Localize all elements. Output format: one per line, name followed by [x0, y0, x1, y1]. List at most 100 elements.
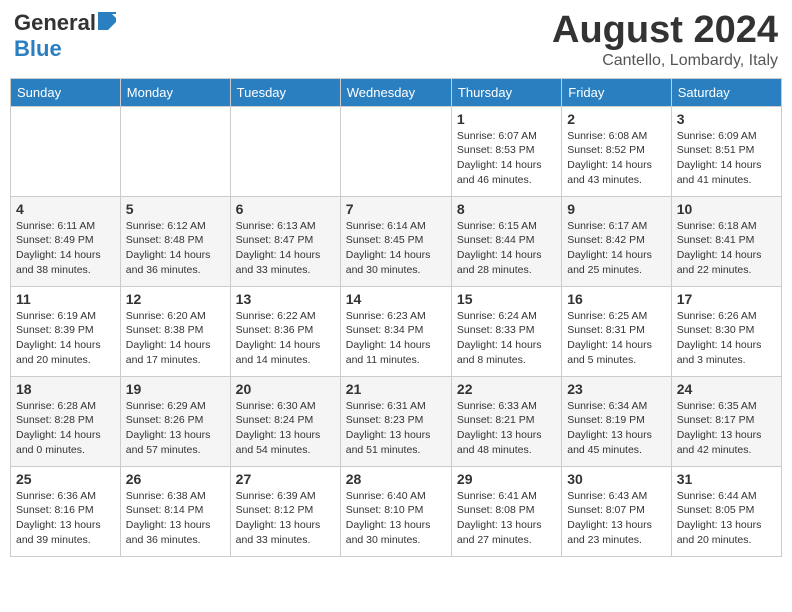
calendar-cell: 12 Sunrise: 6:20 AMSunset: 8:38 PMDayligh…	[120, 286, 230, 376]
day-number: 30	[567, 471, 665, 487]
weekday-header-saturday: Saturday	[671, 78, 781, 106]
weekday-header-row: SundayMondayTuesdayWednesdayThursdayFrid…	[11, 78, 782, 106]
calendar-week-row: 1 Sunrise: 6:07 AMSunset: 8:53 PMDaylight…	[11, 106, 782, 196]
calendar-cell: 23Sunrise: 6:34 AMSunset: 8:19 PMDayligh…	[562, 376, 671, 466]
day-info: Sunrise: 6:15 AMSunset: 8:44 PMDaylight:…	[457, 219, 556, 278]
day-number: 17	[677, 291, 776, 307]
day-number: 3	[677, 111, 776, 127]
calendar-cell: 17 Sunrise: 6:26 AMSunset: 8:30 PMDayligh…	[671, 286, 781, 376]
day-info: Sunrise: 6:23 AMSunset: 8:34 PMDaylight:…	[346, 309, 446, 368]
calendar-cell: 8 Sunrise: 6:15 AMSunset: 8:44 PMDaylight…	[451, 196, 561, 286]
day-info: Sunrise: 6:14 AMSunset: 8:45 PMDaylight:…	[346, 219, 446, 278]
day-info: Sunrise: 6:28 AMSunset: 8:28 PMDaylight:…	[16, 399, 115, 458]
calendar-cell: 3 Sunrise: 6:09 AMSunset: 8:51 PMDaylight…	[671, 106, 781, 196]
month-year: August 2024	[552, 10, 778, 52]
calendar-cell: 20Sunrise: 6:30 AMSunset: 8:24 PMDayligh…	[230, 376, 340, 466]
calendar-cell: 15Sunrise: 6:24 AMSunset: 8:33 PMDayligh…	[451, 286, 561, 376]
day-number: 24	[677, 381, 776, 397]
calendar-cell	[120, 106, 230, 196]
day-info: Sunrise: 6:22 AMSunset: 8:36 PMDaylight:…	[236, 309, 335, 368]
calendar-cell: 29Sunrise: 6:41 AMSunset: 8:08 PMDayligh…	[451, 466, 561, 556]
weekday-header-wednesday: Wednesday	[340, 78, 451, 106]
day-number: 18	[16, 381, 115, 397]
day-number: 7	[346, 201, 446, 217]
weekday-header-tuesday: Tuesday	[230, 78, 340, 106]
day-number: 31	[677, 471, 776, 487]
calendar-cell	[11, 106, 121, 196]
weekday-header-monday: Monday	[120, 78, 230, 106]
day-info: Sunrise: 6:25 AMSunset: 8:31 PMDaylight:…	[567, 309, 665, 368]
day-info: Sunrise: 6:30 AMSunset: 8:24 PMDaylight:…	[236, 399, 335, 458]
day-info: Sunrise: 6:43 AMSunset: 8:07 PMDaylight:…	[567, 489, 665, 548]
calendar-cell: 16 Sunrise: 6:25 AMSunset: 8:31 PMDayligh…	[562, 286, 671, 376]
calendar-cell: 18 Sunrise: 6:28 AMSunset: 8:28 PMDayligh…	[11, 376, 121, 466]
day-info: Sunrise: 6:17 AMSunset: 8:42 PMDaylight:…	[567, 219, 665, 278]
weekday-header-friday: Friday	[562, 78, 671, 106]
day-number: 13	[236, 291, 335, 307]
day-number: 8	[457, 201, 556, 217]
day-number: 23	[567, 381, 665, 397]
day-number: 6	[236, 201, 335, 217]
day-info: Sunrise: 6:38 AMSunset: 8:14 PMDaylight:…	[126, 489, 225, 548]
calendar-cell: 22Sunrise: 6:33 AMSunset: 8:21 PMDayligh…	[451, 376, 561, 466]
calendar-week-row: 25Sunrise: 6:36 AMSunset: 8:16 PMDayligh…	[11, 466, 782, 556]
day-number: 15	[457, 291, 556, 307]
day-number: 21	[346, 381, 446, 397]
day-number: 11	[16, 291, 115, 307]
day-number: 27	[236, 471, 335, 487]
day-info: Sunrise: 6:41 AMSunset: 8:08 PMDaylight:…	[457, 489, 556, 548]
location: Cantello, Lombardy, Italy	[552, 52, 778, 70]
day-info: Sunrise: 6:29 AMSunset: 8:26 PMDaylight:…	[126, 399, 225, 458]
calendar-cell: 24Sunrise: 6:35 AMSunset: 8:17 PMDayligh…	[671, 376, 781, 466]
calendar-cell: 11Sunrise: 6:19 AMSunset: 8:39 PMDayligh…	[11, 286, 121, 376]
calendar-cell: 4 Sunrise: 6:11 AMSunset: 8:49 PMDaylight…	[11, 196, 121, 286]
day-number: 12	[126, 291, 225, 307]
day-info: Sunrise: 6:33 AMSunset: 8:21 PMDaylight:…	[457, 399, 556, 458]
day-number: 2	[567, 111, 665, 127]
day-number: 10	[677, 201, 776, 217]
logo-blue-text: Blue	[14, 36, 62, 61]
calendar-cell: 25Sunrise: 6:36 AMSunset: 8:16 PMDayligh…	[11, 466, 121, 556]
calendar-cell: 26 Sunrise: 6:38 AMSunset: 8:14 PMDayligh…	[120, 466, 230, 556]
day-info: Sunrise: 6:44 AMSunset: 8:05 PMDaylight:…	[677, 489, 776, 548]
day-number: 4	[16, 201, 115, 217]
day-info: Sunrise: 6:07 AMSunset: 8:53 PMDaylight:…	[457, 129, 556, 188]
day-number: 1	[457, 111, 556, 127]
day-info: Sunrise: 6:11 AMSunset: 8:49 PMDaylight:…	[16, 219, 115, 278]
logo-general-text: General	[14, 10, 96, 36]
day-number: 9	[567, 201, 665, 217]
calendar-cell: 27 Sunrise: 6:39 AMSunset: 8:12 PMDayligh…	[230, 466, 340, 556]
day-info: Sunrise: 6:26 AMSunset: 8:30 PMDaylight:…	[677, 309, 776, 368]
page-header: General Blue August 2024 Cantello, Lomba…	[10, 10, 782, 70]
day-info: Sunrise: 6:31 AMSunset: 8:23 PMDaylight:…	[346, 399, 446, 458]
day-info: Sunrise: 6:20 AMSunset: 8:38 PMDaylight:…	[126, 309, 225, 368]
calendar-table: SundayMondayTuesdayWednesdayThursdayFrid…	[10, 78, 782, 557]
day-number: 14	[346, 291, 446, 307]
day-number: 26	[126, 471, 225, 487]
weekday-header-thursday: Thursday	[451, 78, 561, 106]
day-info: Sunrise: 6:12 AMSunset: 8:48 PMDaylight:…	[126, 219, 225, 278]
title-section: August 2024 Cantello, Lombardy, Italy	[552, 10, 778, 70]
calendar-cell: 5Sunrise: 6:12 AMSunset: 8:48 PMDaylight…	[120, 196, 230, 286]
day-info: Sunrise: 6:18 AMSunset: 8:41 PMDaylight:…	[677, 219, 776, 278]
calendar-cell: 28Sunrise: 6:40 AMSunset: 8:10 PMDayligh…	[340, 466, 451, 556]
day-info: Sunrise: 6:09 AMSunset: 8:51 PMDaylight:…	[677, 129, 776, 188]
calendar-week-row: 4 Sunrise: 6:11 AMSunset: 8:49 PMDaylight…	[11, 196, 782, 286]
logo-icon	[98, 12, 116, 35]
day-info: Sunrise: 6:39 AMSunset: 8:12 PMDaylight:…	[236, 489, 335, 548]
calendar-cell: 13 Sunrise: 6:22 AMSunset: 8:36 PMDayligh…	[230, 286, 340, 376]
calendar-cell: 1 Sunrise: 6:07 AMSunset: 8:53 PMDaylight…	[451, 106, 561, 196]
day-info: Sunrise: 6:13 AMSunset: 8:47 PMDaylight:…	[236, 219, 335, 278]
calendar-cell: 2 Sunrise: 6:08 AMSunset: 8:52 PMDaylight…	[562, 106, 671, 196]
calendar-cell: 6 Sunrise: 6:13 AMSunset: 8:47 PMDaylight…	[230, 196, 340, 286]
calendar-cell: 21 Sunrise: 6:31 AMSunset: 8:23 PMDayligh…	[340, 376, 451, 466]
calendar-cell	[230, 106, 340, 196]
calendar-cell: 19Sunrise: 6:29 AMSunset: 8:26 PMDayligh…	[120, 376, 230, 466]
calendar-cell: 7 Sunrise: 6:14 AMSunset: 8:45 PMDaylight…	[340, 196, 451, 286]
logo: General Blue	[14, 10, 116, 62]
day-info: Sunrise: 6:08 AMSunset: 8:52 PMDaylight:…	[567, 129, 665, 188]
weekday-header-sunday: Sunday	[11, 78, 121, 106]
day-number: 16	[567, 291, 665, 307]
calendar-week-row: 11Sunrise: 6:19 AMSunset: 8:39 PMDayligh…	[11, 286, 782, 376]
calendar-cell: 10 Sunrise: 6:18 AMSunset: 8:41 PMDayligh…	[671, 196, 781, 286]
